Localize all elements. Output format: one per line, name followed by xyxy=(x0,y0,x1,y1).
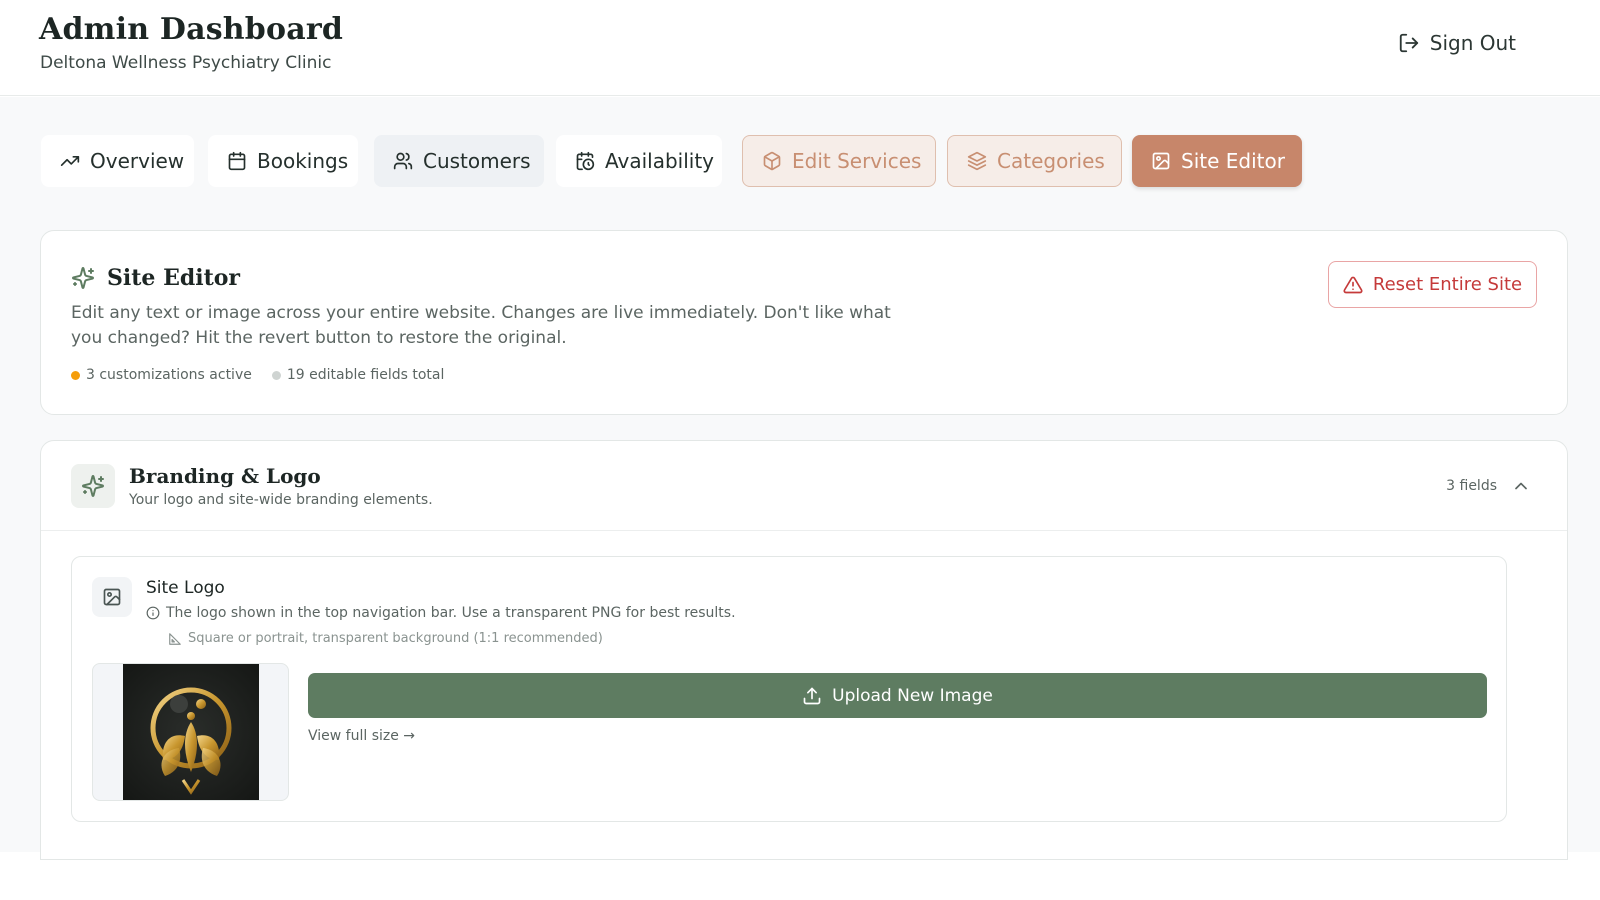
site-logo-recommendation: Square or portrait, transparent backgrou… xyxy=(168,631,603,646)
trending-up-icon xyxy=(60,156,80,166)
users-icon xyxy=(393,152,413,170)
app-header: Admin Dashboard Deltona Wellness Psychia… xyxy=(0,0,1600,96)
branding-title: Branding & Logo xyxy=(129,464,321,488)
alert-triangle-icon xyxy=(1343,276,1363,293)
site-editor-stats: 3 customizations active 19 editable fiel… xyxy=(71,367,444,383)
recommendation-text: Square or portrait, transparent backgrou… xyxy=(188,631,603,646)
site-editor-heading: Site Editor xyxy=(71,265,240,291)
customizations-stat: 3 customizations active xyxy=(71,367,252,383)
tab-site-editor[interactable]: Site Editor xyxy=(1132,135,1302,187)
branding-icon-badge xyxy=(71,464,115,508)
tab-availability[interactable]: Availability xyxy=(556,135,722,187)
page-title: Admin Dashboard xyxy=(39,12,344,47)
tab-label: Customers xyxy=(423,149,531,173)
site-logo-field: Site Logo The logo shown in the top navi… xyxy=(71,556,1507,822)
chevron-up-icon[interactable] xyxy=(1511,476,1531,496)
site-editor-card: Site Editor Edit any text or image acros… xyxy=(40,230,1568,415)
upload-new-image-button[interactable]: Upload New Image xyxy=(308,673,1487,718)
field-count: 3 fields xyxy=(1446,478,1497,494)
branding-meta: 3 fields xyxy=(1446,476,1531,496)
clinic-name: Deltona Wellness Psychiatry Clinic xyxy=(40,53,332,73)
sparkles-icon xyxy=(82,475,104,497)
sign-out-label: Sign Out xyxy=(1429,31,1516,55)
branding-section: Branding & Logo Your logo and site-wide … xyxy=(40,440,1568,860)
reset-label: Reset Entire Site xyxy=(1372,274,1523,295)
inactive-dot-icon xyxy=(271,370,281,380)
log-out-icon xyxy=(1399,33,1418,53)
help-text: The logo shown in the top navigation bar… xyxy=(166,605,736,621)
tab-label: Site Editor xyxy=(1181,149,1285,173)
fields-stat: 19 editable fields total xyxy=(271,367,445,383)
tab-label: Availability xyxy=(605,149,715,173)
package-icon xyxy=(763,151,781,171)
image-icon xyxy=(103,588,121,606)
site-logo-label: Site Logo xyxy=(146,578,225,598)
upload-icon xyxy=(803,687,821,704)
tab-label: Categories xyxy=(997,149,1105,173)
upload-label: Upload New Image xyxy=(832,685,993,706)
calendar-clock-icon xyxy=(576,151,595,171)
site-logo-image xyxy=(123,664,259,800)
tab-overview[interactable]: Overview xyxy=(41,135,194,187)
sparkles-icon xyxy=(72,267,94,289)
tab-customers[interactable]: Customers xyxy=(374,135,544,187)
logo-preview xyxy=(92,663,289,801)
site-editor-title: Site Editor xyxy=(107,265,240,291)
fields-count: 19 editable fields total xyxy=(286,367,445,383)
calendar-icon xyxy=(228,151,246,171)
image-icon xyxy=(1152,152,1170,170)
customizations-count: 3 customizations active xyxy=(86,367,252,383)
tab-label: Overview xyxy=(90,149,185,173)
reset-entire-site-button[interactable]: Reset Entire Site xyxy=(1328,261,1537,308)
sign-out-button[interactable]: Sign Out xyxy=(1398,31,1516,55)
logo-emblem-icon xyxy=(123,664,259,800)
branding-section-header[interactable]: Branding & Logo Your logo and site-wide … xyxy=(41,441,1567,531)
tab-bookings[interactable]: Bookings xyxy=(208,135,358,187)
branding-subtitle: Your logo and site-wide branding element… xyxy=(129,492,433,508)
view-full-size-link[interactable]: View full size → xyxy=(308,728,415,744)
field-icon-badge xyxy=(92,577,132,617)
tab-label: Edit Services xyxy=(792,149,922,173)
active-dot-icon xyxy=(71,370,80,380)
main-content: Overview Bookings Customers Availability… xyxy=(0,97,1600,860)
tab-categories[interactable]: Categories xyxy=(947,135,1122,187)
info-icon xyxy=(146,606,160,620)
site-logo-help: The logo shown in the top navigation bar… xyxy=(146,605,736,621)
tab-label: Bookings xyxy=(257,149,349,173)
ruler-triangle-icon xyxy=(169,632,181,645)
layers-icon xyxy=(967,151,987,171)
site-editor-description: Edit any text or image across your entir… xyxy=(71,303,891,348)
tab-edit-services[interactable]: Edit Services xyxy=(742,135,936,187)
